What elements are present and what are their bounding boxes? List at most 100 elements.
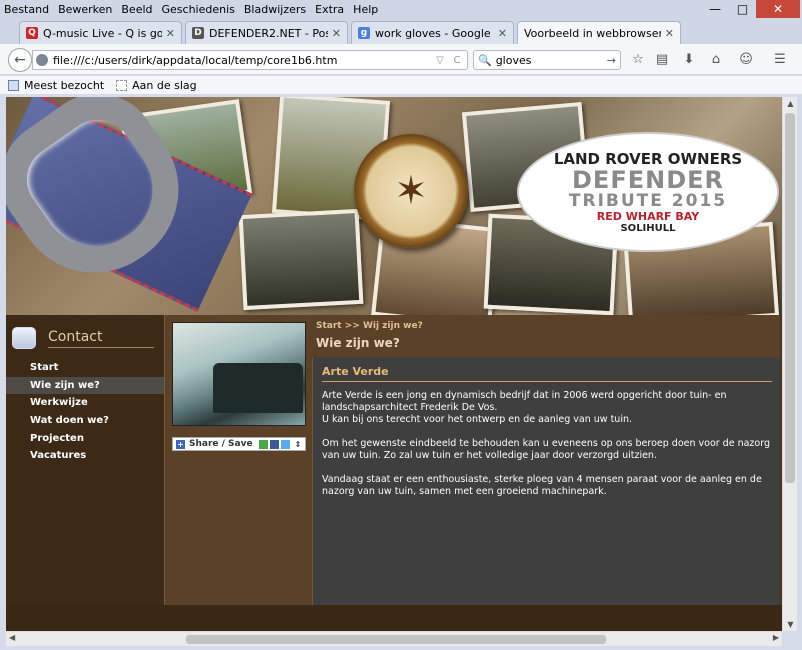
google-icon: g [358, 27, 370, 39]
close-tab-icon[interactable]: ✕ [498, 27, 507, 40]
bookmark-label: Meest bezocht [24, 78, 105, 92]
compass-image: ✶ [354, 134, 468, 248]
sidebar-item-werkwijze[interactable]: Werkwijze [6, 394, 164, 412]
url-input[interactable] [53, 53, 433, 67]
vertical-scroll-thumb[interactable] [785, 113, 795, 483]
tab-bar: Q Q-music Live - Q is good f... ✕ D DEFE… [0, 18, 802, 60]
middle-column: + Share / Save ⇕ [164, 315, 312, 605]
horizontal-scroll-thumb[interactable] [186, 635, 606, 644]
scroll-left-icon[interactable]: ◀ [9, 633, 15, 642]
scroll-down-icon[interactable]: ▼ [783, 620, 798, 629]
tab-defender2[interactable]: D DEFENDER2.NET - Post a re... ✕ [185, 21, 348, 44]
back-button[interactable]: ← [8, 48, 32, 72]
paragraph-3: Vandaag staat er een enthousiaste, sterk… [322, 474, 762, 497]
close-tab-icon[interactable]: ✕ [166, 27, 175, 40]
sidebar-item-start[interactable]: Start [6, 359, 164, 377]
page-viewport: ✶ LAND ROVER OWNERS DEFENDER TRIBUTE 201… [6, 97, 782, 631]
tab-label: DEFENDER2.NET - Post a re... [209, 26, 328, 40]
event-logo: LAND ROVER OWNERS DEFENDER TRIBUTE 2015 … [517, 132, 779, 252]
page-title: Wie zijn we? [316, 336, 400, 350]
page-footer [6, 605, 782, 631]
banner-photo [238, 208, 364, 311]
bookmarks-menu-icon[interactable]: ▤ [653, 52, 671, 67]
reload-icon[interactable]: C [450, 55, 464, 66]
folder-icon [8, 79, 19, 91]
qmusic-icon: Q [26, 27, 38, 39]
maximize-button[interactable]: □ [729, 0, 756, 18]
search-go-icon[interactable]: → [607, 54, 616, 67]
close-tab-icon[interactable]: ✕ [332, 27, 341, 40]
history-dropdown-icon[interactable]: ▽ [433, 55, 447, 66]
sidebar-nav: Start Wie zijn we? Werkwijze Wat doen we… [6, 359, 164, 465]
tab-qmusic[interactable]: Q Q-music Live - Q is good f... ✕ [19, 21, 182, 44]
menu-bestand[interactable]: Bestand [4, 3, 49, 16]
menu-bewerken[interactable]: Bewerken [58, 3, 112, 16]
bookmark-star-icon[interactable]: ☆ [629, 52, 647, 67]
bookmark-meest-bezocht[interactable]: Meest bezocht [8, 79, 104, 92]
bookmark-aan-de-slag[interactable]: Aan de slag [116, 79, 197, 92]
scroll-right-icon[interactable]: ▶ [773, 633, 779, 642]
paragraph-2: Om het gewenste eindbeeld te behouden ka… [322, 438, 770, 461]
landrover-shape [213, 363, 303, 413]
section-title: Arte Verde [322, 365, 772, 382]
compass-rose-icon: ✶ [394, 168, 428, 214]
home-icon[interactable]: ⌂ [707, 52, 725, 67]
bookmarks-bar: Meest bezocht Aan de slag [0, 76, 802, 94]
hello-icon[interactable]: ☺ [737, 52, 755, 67]
facebook-icon[interactable] [269, 439, 279, 449]
breadcrumb[interactable]: Start >> Wij zijn we? [316, 321, 423, 331]
sidebar-item-wie-zijn-we[interactable]: Wie zijn we? [6, 376, 164, 395]
search-input[interactable] [495, 53, 607, 67]
main-content: Start >> Wij zijn we? Wie zijn we? Arte … [312, 315, 780, 607]
sidebar-item-vacatures[interactable]: Vacatures [6, 447, 164, 465]
sidebar-item-projecten[interactable]: Projecten [6, 429, 164, 447]
tab-label: work gloves - Google zoeken [375, 26, 494, 40]
logo-line-4: RED WHARF BAY [596, 210, 700, 223]
content-panel: Arte Verde Arte Verde is een jong en dyn… [312, 357, 780, 607]
window-controls: — □ ✕ [701, 0, 800, 18]
share-save-button[interactable]: + Share / Save ⇕ [172, 437, 306, 451]
bookmark-label: Aan de slag [132, 78, 197, 92]
logo-line-2: DEFENDER [572, 166, 724, 194]
vertical-scrollbar[interactable]: ▲ ▼ [782, 97, 797, 631]
tab-voorbeeld[interactable]: Voorbeeld in webbrowser ✕ [517, 21, 681, 45]
close-tab-icon[interactable]: ✕ [665, 27, 674, 40]
email-share-icon[interactable] [258, 439, 268, 449]
header-banner: ✶ LAND ROVER OWNERS DEFENDER TRIBUTE 201… [6, 97, 782, 315]
menu-help[interactable]: Help [353, 3, 378, 16]
contact-label: Contact [48, 329, 154, 348]
globe-icon [36, 54, 48, 66]
close-window-button[interactable]: ✕ [756, 0, 800, 18]
paragraph-1b: U kan bij ons terecht voor het ontwerp e… [322, 414, 633, 425]
minimize-button[interactable]: — [701, 0, 729, 18]
navigation-bar: ← ▽ C 🔍 → ☆ ▤ ⬇ ⌂ ☺ ☰ [0, 44, 802, 75]
paragraph-1: Arte Verde is een jong en dynamisch bedr… [322, 390, 727, 413]
menu-extra[interactable]: Extra [315, 3, 344, 16]
horizontal-scrollbar[interactable]: ◀ ▶ [6, 631, 782, 646]
logo-line-5: SOLIHULL [620, 223, 676, 234]
menu-bar: Bestand Bewerken Beeld Geschiedenis Blad… [0, 0, 802, 18]
contact-link[interactable]: Contact [12, 323, 162, 353]
tab-label: Voorbeeld in webbrowser [524, 27, 661, 40]
logo-line-3: TRIBUTE 2015 [568, 191, 728, 211]
defender2-icon: D [192, 27, 204, 39]
menu-beeld[interactable]: Beeld [121, 3, 152, 16]
menu-geschiedenis[interactable]: Geschiedenis [162, 3, 235, 16]
menu-bladwijzers[interactable]: Bladwijzers [244, 3, 306, 16]
share-dropdown-icon[interactable]: ⇕ [295, 440, 302, 449]
hamburger-menu-icon[interactable]: ☰ [771, 52, 789, 67]
tab-label: Q-music Live - Q is good f... [43, 26, 162, 40]
landrover-photo [172, 322, 306, 426]
downloads-icon[interactable]: ⬇ [680, 52, 698, 67]
twitter-icon[interactable] [280, 439, 290, 449]
search-bar: 🔍 → [473, 50, 621, 70]
sidebar-item-wat-doen-we[interactable]: Wat doen we? [6, 412, 164, 430]
plus-icon: + [176, 439, 185, 449]
sidebar: Contact Start Wie zijn we? Werkwijze Wat… [6, 315, 164, 605]
scroll-up-icon[interactable]: ▲ [783, 99, 798, 108]
contact-icon [12, 327, 36, 349]
share-label: Share / Save [189, 439, 253, 449]
search-icon: 🔍 [478, 53, 492, 67]
page-icon [116, 79, 128, 91]
tab-google[interactable]: g work gloves - Google zoeken ✕ [351, 21, 514, 44]
